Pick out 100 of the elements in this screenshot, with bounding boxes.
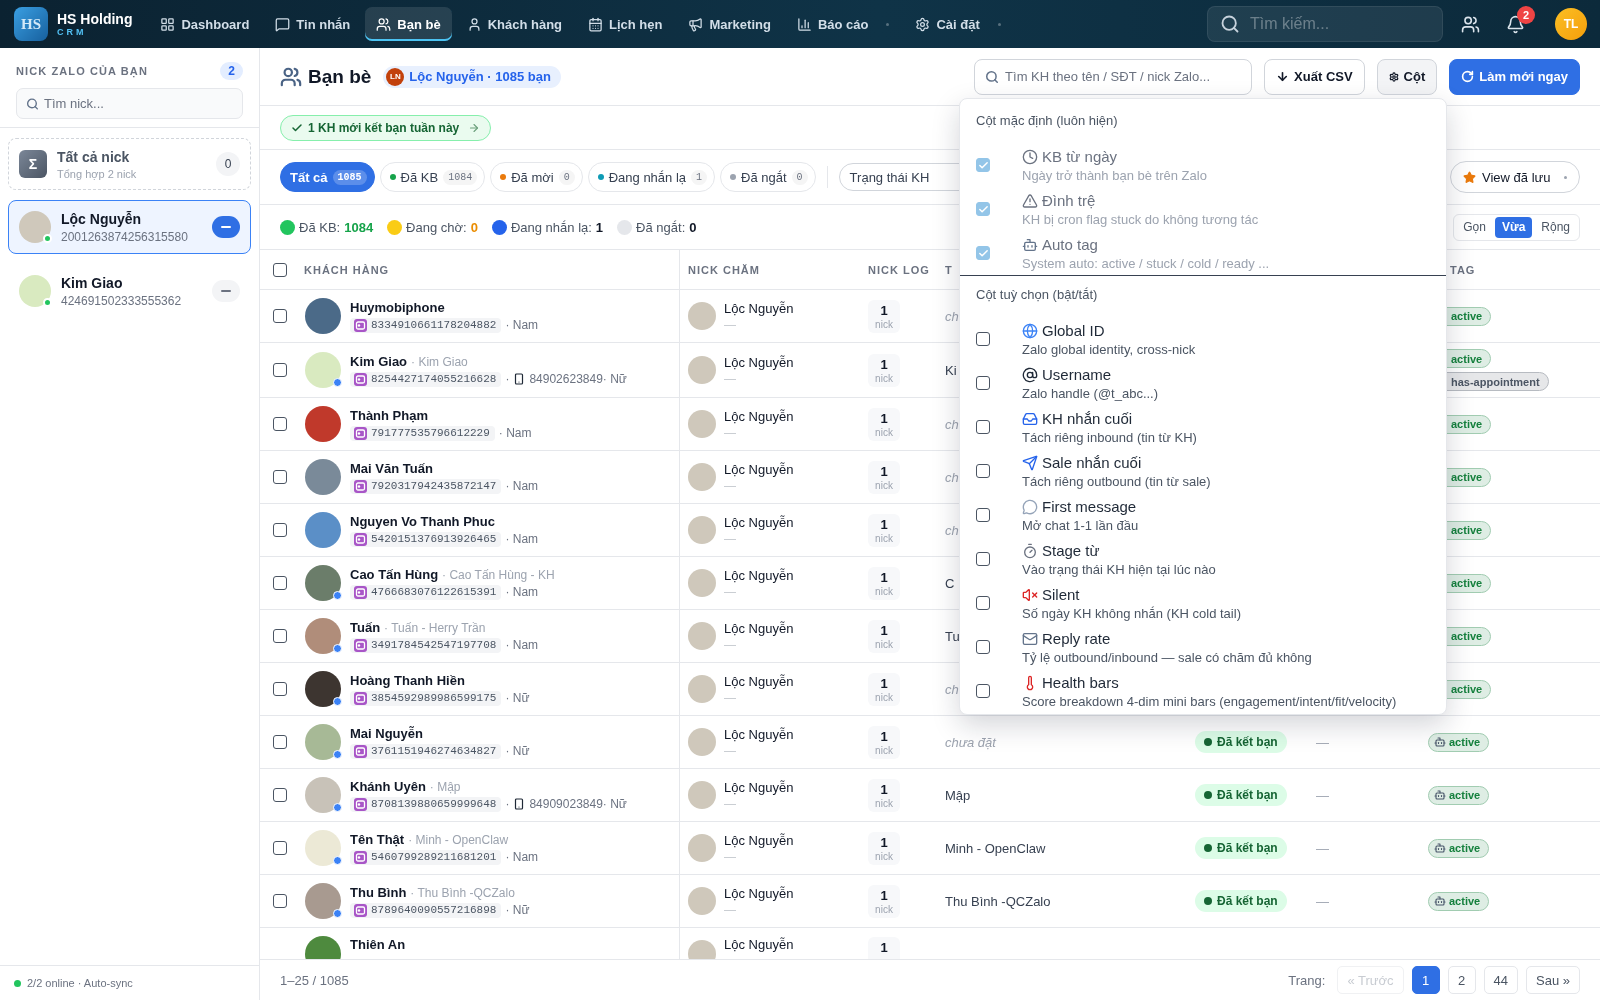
row-checkbox[interactable] bbox=[273, 470, 287, 484]
row-checkbox[interactable] bbox=[273, 309, 287, 323]
customer-id: 3854592989986599175 bbox=[371, 692, 497, 704]
filter-tab[interactable]: Đã KB 1084 bbox=[379, 162, 486, 192]
column-option-title: Sale nhắn cuối bbox=[1042, 454, 1142, 471]
robot-icon bbox=[1434, 842, 1446, 854]
page-title: Bạn bè bbox=[308, 65, 372, 88]
column-checkbox[interactable] bbox=[976, 376, 990, 390]
nick-note: — bbox=[724, 425, 737, 440]
filter-count: 0 bbox=[791, 169, 808, 185]
filter-tab[interactable]: Đã ngắt 0 bbox=[720, 162, 816, 192]
row-checkbox[interactable] bbox=[273, 523, 287, 537]
customer-alias: · Tuấn - Herry Trần bbox=[384, 620, 486, 635]
nick-note: — bbox=[724, 317, 737, 332]
minus-button[interactable] bbox=[212, 280, 240, 302]
column-option-title: Reply rate bbox=[1042, 630, 1111, 647]
column-checkbox[interactable] bbox=[976, 552, 990, 566]
nav-tab[interactable]: Báo cáo bbox=[785, 7, 901, 41]
row-checkbox[interactable] bbox=[273, 894, 287, 908]
avatar-placeholder bbox=[688, 728, 716, 756]
nav-tab[interactable]: Lịch hẹn bbox=[577, 7, 674, 41]
search-field[interactable]: Tìm nick... bbox=[16, 88, 243, 119]
menu-heading: Cột tuỳ chọn (bật/tắt) bbox=[975, 286, 1099, 304]
status-dot-icon bbox=[1204, 897, 1212, 905]
column-checkbox[interactable] bbox=[976, 332, 990, 346]
row-checkbox[interactable] bbox=[273, 841, 287, 855]
status-dot-icon bbox=[1204, 738, 1212, 746]
density-option[interactable]: Vừa bbox=[1494, 216, 1533, 238]
nav-tab[interactable]: Khách hàng bbox=[455, 7, 574, 41]
column-checkbox[interactable] bbox=[976, 596, 990, 610]
column-checkbox[interactable] bbox=[976, 684, 990, 698]
log-count: 1 bbox=[880, 940, 888, 955]
filter-tab[interactable]: Đang nhắn lạ 1 bbox=[587, 162, 716, 192]
column-checkbox[interactable] bbox=[976, 508, 990, 522]
nav-tab[interactable]: Dashboard bbox=[149, 7, 261, 41]
nav-tab[interactable]: Cài đặt bbox=[904, 7, 1012, 41]
logo-mark: HS bbox=[14, 7, 48, 41]
minus-button[interactable] bbox=[212, 216, 240, 238]
log-count: 1 bbox=[880, 675, 888, 691]
column-checkbox[interactable] bbox=[976, 464, 990, 478]
tag: active bbox=[1428, 732, 1490, 752]
chat-icon bbox=[275, 16, 291, 32]
at-sign-icon bbox=[1022, 366, 1038, 383]
row-checkbox[interactable] bbox=[273, 363, 287, 377]
nick-note: — bbox=[724, 743, 737, 758]
column-option-description: Tỷ lệ outbound/inbound — sale có chăm đủ không bbox=[1022, 648, 1312, 666]
all-nicks-card[interactable]: Σ Tất cả nick Tổng hợp 2 nick 0 bbox=[8, 138, 251, 190]
row-checkbox[interactable] bbox=[273, 788, 287, 802]
all-nicks-subtitle: Tổng hợp 2 nick bbox=[57, 167, 138, 180]
filter-tab[interactable]: Tất cả 1085 bbox=[280, 162, 375, 192]
log-unit: nick bbox=[875, 903, 893, 915]
clock-icon bbox=[1022, 148, 1038, 165]
avatar-placeholder bbox=[19, 275, 51, 307]
nick-name: Lộc Nguyễn bbox=[724, 514, 794, 530]
nick-name: Lộc Nguyễn bbox=[724, 673, 794, 689]
density-option[interactable]: Rộng bbox=[1534, 216, 1577, 238]
nav-tab[interactable]: Marketing bbox=[677, 7, 782, 41]
row-checkbox[interactable] bbox=[273, 417, 287, 431]
tag: active bbox=[1428, 891, 1490, 911]
filter-tab[interactable]: Đã mời 0 bbox=[490, 162, 583, 192]
customer-name: Kim Giao bbox=[350, 353, 408, 369]
nick-card[interactable]: Kim Giao 424691502333555362 bbox=[8, 264, 251, 318]
page-button[interactable]: 2 bbox=[1447, 966, 1476, 994]
users-icon[interactable] bbox=[1461, 14, 1480, 34]
log-count: 1 bbox=[880, 302, 888, 318]
grid-icon bbox=[160, 16, 176, 32]
avatar-placeholder bbox=[688, 410, 716, 438]
nick-name: Lộc Nguyễn bbox=[724, 461, 794, 477]
select-all-checkbox[interactable] bbox=[273, 262, 287, 277]
nick-note: — bbox=[724, 902, 737, 917]
notification-count: 2 bbox=[1517, 5, 1535, 24]
send-icon bbox=[1022, 454, 1038, 471]
nick-card[interactable]: Lộc Nguyễn 2001263874256315580 bbox=[8, 200, 251, 254]
status-dot-icon bbox=[1204, 791, 1212, 799]
globe-icon bbox=[1022, 322, 1038, 339]
nav-tab[interactable]: Bạn bè bbox=[365, 7, 452, 41]
export-button[interactable]: Xuất CSV bbox=[1264, 58, 1365, 95]
check-icon bbox=[291, 121, 303, 134]
refresh-button[interactable]: Làm mới ngay bbox=[1449, 58, 1580, 95]
page-button[interactable]: Sau » bbox=[1526, 966, 1580, 994]
nav-tab[interactable]: Tin nhắn bbox=[264, 7, 362, 41]
columns-button[interactable]: Cột bbox=[1376, 58, 1438, 95]
bell-icon[interactable] bbox=[1506, 14, 1525, 34]
saved-views-button[interactable]: View đã lưu bbox=[1450, 161, 1580, 193]
table-cell: ch bbox=[945, 522, 959, 538]
density-option[interactable]: Gọn bbox=[1456, 216, 1493, 238]
row-checkbox[interactable] bbox=[273, 629, 287, 643]
nick-name: Lộc Nguyễn bbox=[724, 936, 794, 952]
column-checkbox[interactable] bbox=[976, 420, 990, 434]
page-button[interactable]: 44 bbox=[1483, 966, 1518, 994]
nick-name: Lộc Nguyễn bbox=[724, 885, 794, 901]
row-checkbox[interactable] bbox=[273, 682, 287, 696]
gear-icon bbox=[1388, 71, 1399, 82]
row-checkbox[interactable] bbox=[273, 576, 287, 590]
search-field[interactable]: Tìm KH theo tên / SĐT / nick Zalo... bbox=[974, 58, 1253, 95]
page-button[interactable]: 1 bbox=[1411, 966, 1440, 994]
new-friends-banner[interactable]: 1 KH mới kết bạn tuần này bbox=[280, 114, 492, 141]
column-checkbox[interactable] bbox=[976, 640, 990, 654]
table-cell: chưa đặt bbox=[945, 734, 996, 750]
row-checkbox[interactable] bbox=[273, 735, 287, 749]
